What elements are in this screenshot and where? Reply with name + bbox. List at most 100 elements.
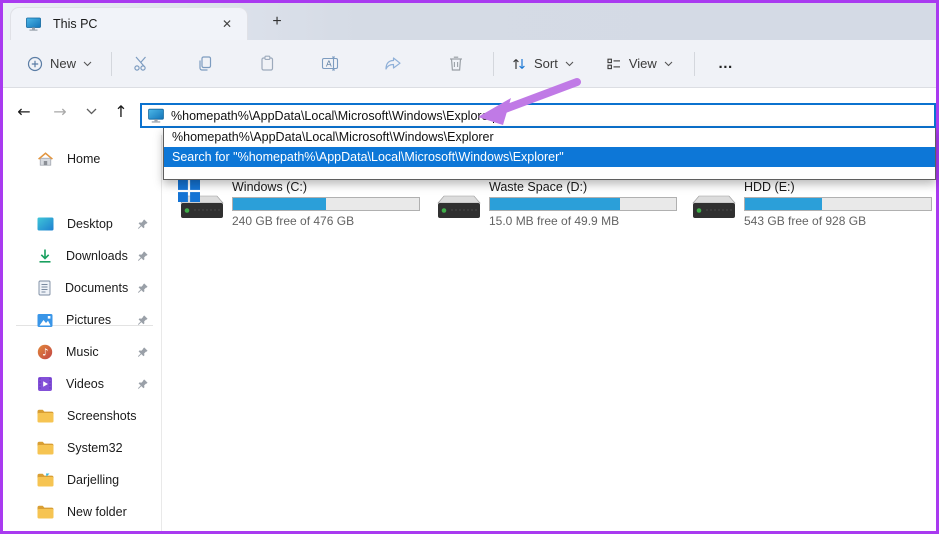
pin-icon xyxy=(136,378,149,391)
sort-button-label: Sort xyxy=(534,56,558,71)
pin-icon xyxy=(136,218,149,231)
sidebar-item-label: Screenshots xyxy=(67,409,137,423)
sidebar-item-downloads[interactable]: Downloads xyxy=(7,241,157,271)
svg-text:♪: ♪ xyxy=(42,348,48,359)
tab-close-icon[interactable]: ✕ xyxy=(217,15,237,33)
address-bar-input[interactable]: %homepath%\AppData\Local\Microsoft\Windo… xyxy=(140,103,936,128)
recent-locations-chevron-icon[interactable] xyxy=(76,88,106,135)
chevron-down-icon xyxy=(83,61,92,66)
sidebar-item-label: Home xyxy=(67,152,101,166)
view-button[interactable]: View xyxy=(597,50,682,78)
more-options-button[interactable]: … xyxy=(705,48,747,79)
drive-name: Windows (C:) xyxy=(232,180,308,194)
drive-free-space: 240 GB free of 476 GB xyxy=(232,214,355,228)
drive-tile-c[interactable]: Windows (C:) 240 GB free of 476 GB xyxy=(178,180,430,228)
trash-icon xyxy=(450,56,463,71)
videos-icon xyxy=(37,376,53,392)
folder-shortcut-icon xyxy=(37,473,54,487)
folder-icon xyxy=(37,505,54,519)
sidebar: Home Desktop Downloads Documents Picture… xyxy=(3,135,161,531)
drive-usage-fill xyxy=(745,198,823,210)
sidebar-item-screenshots[interactable]: Screenshots xyxy=(7,401,157,431)
new-button[interactable]: New xyxy=(18,50,101,78)
drive-usage-meter xyxy=(232,197,420,211)
sidebar-item-new-folder[interactable]: New folder xyxy=(7,497,157,527)
sidebar-content-divider xyxy=(161,135,162,531)
pin-icon xyxy=(136,282,149,295)
sidebar-item-label: Music xyxy=(66,345,99,359)
hard-drive-icon xyxy=(435,190,483,229)
tab-this-pc[interactable]: This PC ✕ xyxy=(10,7,248,40)
music-icon: ♪ xyxy=(37,344,53,360)
up-icon[interactable]: ↑ xyxy=(106,88,136,135)
sidebar-item-label: Videos xyxy=(66,377,104,391)
copy-icon xyxy=(199,56,212,71)
sidebar-item-label: Downloads xyxy=(66,249,128,263)
back-icon[interactable]: ← xyxy=(9,88,39,135)
cut-button[interactable] xyxy=(120,48,163,79)
command-toolbar: New A Sort View … xyxy=(3,40,936,87)
pin-icon xyxy=(136,250,149,263)
folder-icon xyxy=(37,441,54,455)
sidebar-item-documents[interactable]: Documents xyxy=(7,273,157,303)
copy-button[interactable] xyxy=(183,48,226,79)
sidebar-item-label: New folder xyxy=(67,505,127,519)
sidebar-item-label: Pictures xyxy=(66,313,112,327)
drive-usage-fill xyxy=(490,198,621,210)
sort-arrows-icon xyxy=(513,58,525,69)
sidebar-item-darjelling[interactable]: Darjelling xyxy=(7,465,157,495)
toolbar-separator xyxy=(493,51,495,76)
sidebar-item-home[interactable]: Home xyxy=(7,144,157,174)
address-bar-value: %homepath%\AppData\Local\Microsoft\Windo… xyxy=(171,108,493,123)
sidebar-item-music[interactable]: ♪ Music xyxy=(7,337,157,367)
drive-free-space: 543 GB free of 928 GB xyxy=(744,214,867,228)
new-tab-button[interactable]: + xyxy=(265,11,289,33)
view-list-icon xyxy=(607,58,620,69)
delete-button[interactable] xyxy=(435,48,477,79)
paste-icon xyxy=(261,55,274,71)
hard-drive-icon xyxy=(690,190,738,229)
sidebar-item-label: Documents xyxy=(65,281,129,295)
file-explorer-window: This PC ✕ + New A Sort View … ← → ↑ %hom… xyxy=(3,3,936,531)
share-icon xyxy=(385,56,401,70)
drive-tile-e[interactable]: HDD (E:) 543 GB free of 928 GB xyxy=(690,180,939,228)
pin-icon xyxy=(136,314,149,327)
drive-usage-meter xyxy=(489,197,677,211)
suggestion-path-item[interactable]: %homepath%\AppData\Local\Microsoft\Windo… xyxy=(164,128,935,147)
suggestion-search-item[interactable]: Search for "%homepath%\AppData\Local\Mic… xyxy=(164,147,935,167)
sidebar-item-videos[interactable]: Videos xyxy=(7,369,157,399)
toolbar-separator xyxy=(693,51,695,76)
scissors-icon xyxy=(134,56,146,71)
pictures-icon xyxy=(37,313,53,328)
drive-tile-d[interactable]: Waste Space (D:) 15.0 MB free of 49.9 MB xyxy=(435,180,687,228)
this-pc-monitor-icon xyxy=(25,16,42,32)
title-bar: This PC ✕ + xyxy=(3,3,936,40)
drive-usage-fill xyxy=(233,198,326,210)
sidebar-item-system32[interactable]: System32 xyxy=(7,433,157,463)
drive-free-space: 15.0 MB free of 49.9 MB xyxy=(489,214,620,228)
sidebar-item-label: Darjelling xyxy=(67,473,120,487)
share-button[interactable] xyxy=(371,49,415,79)
drive-name: Waste Space (D:) xyxy=(489,180,588,194)
text-cursor xyxy=(492,108,494,123)
sidebar-item-label: System32 xyxy=(67,441,123,455)
paste-button[interactable] xyxy=(246,48,289,79)
documents-icon xyxy=(37,280,52,296)
rename-button[interactable]: A xyxy=(308,48,352,79)
view-button-label: View xyxy=(628,56,657,71)
tab-title: This PC xyxy=(53,17,98,31)
forward-icon[interactable]: → xyxy=(45,88,75,135)
windows-logo-icon xyxy=(178,180,200,207)
sidebar-item-label: Desktop xyxy=(67,217,113,231)
sidebar-item-desktop[interactable]: Desktop xyxy=(7,209,157,239)
plus-circle-icon xyxy=(27,56,43,71)
drive-name: HDD (E:) xyxy=(744,180,795,194)
rename-icon: A xyxy=(321,56,339,71)
screenshot-annotation-border: This PC ✕ + New A Sort View … ← → ↑ %hom… xyxy=(0,0,939,534)
toolbar-separator xyxy=(111,51,113,76)
sidebar-item-pictures[interactable]: Pictures xyxy=(7,305,157,335)
svg-text:A: A xyxy=(326,59,332,69)
home-icon xyxy=(37,151,54,167)
sort-button[interactable]: Sort xyxy=(502,50,583,78)
downloads-icon xyxy=(37,248,53,264)
